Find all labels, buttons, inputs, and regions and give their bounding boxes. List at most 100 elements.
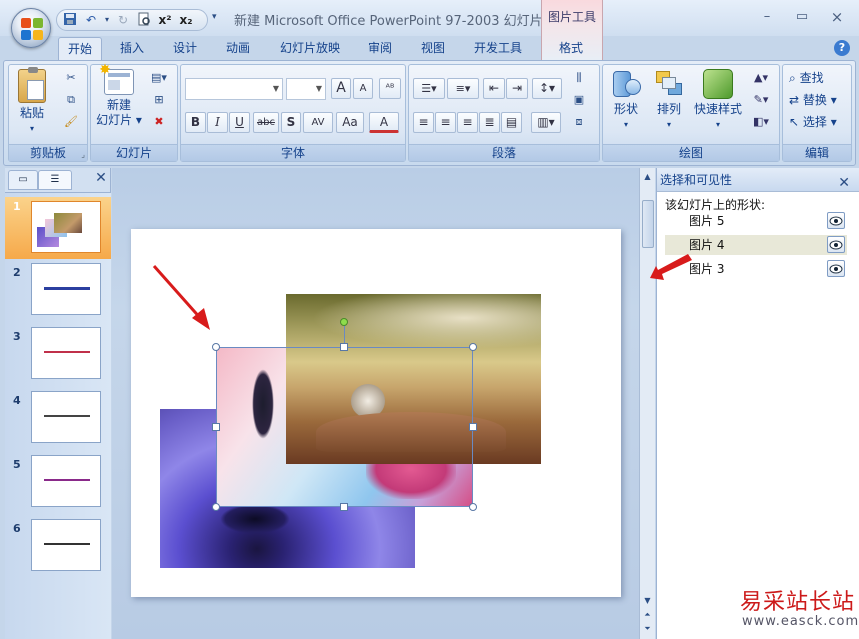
next-slide-icon[interactable]: ⏷ bbox=[640, 622, 655, 636]
decrease-indent-button[interactable]: ⇤ bbox=[483, 78, 505, 99]
align-center-button[interactable]: ≡ bbox=[435, 112, 456, 133]
resize-handle-nw[interactable] bbox=[212, 343, 220, 351]
slide-thumbnail[interactable]: 3 bbox=[5, 327, 111, 387]
change-case-button[interactable]: Aa bbox=[336, 112, 364, 133]
distribute-button[interactable]: ▤ bbox=[501, 112, 522, 133]
tab-format[interactable]: 格式 bbox=[548, 37, 594, 60]
text-direction-icon[interactable]: ⫼ bbox=[569, 69, 589, 87]
slide-thumbnail-image bbox=[31, 263, 101, 315]
cut-icon[interactable]: ✂ bbox=[61, 69, 81, 87]
office-button[interactable] bbox=[11, 8, 51, 48]
resize-handle-ne[interactable] bbox=[469, 343, 477, 351]
minimize-button[interactable]: – bbox=[752, 8, 782, 26]
resize-handle-se[interactable] bbox=[469, 503, 477, 511]
shadow-button[interactable]: S bbox=[281, 112, 301, 133]
char-spacing-button[interactable]: AV bbox=[303, 112, 333, 133]
bullets-button[interactable]: ☰▾ bbox=[413, 78, 445, 99]
scrollbar-thumb[interactable] bbox=[642, 200, 654, 248]
clipboard-launcher-icon[interactable]: ⌟ bbox=[81, 150, 85, 159]
tab-design[interactable]: 设计 bbox=[165, 37, 205, 60]
font-size-combo[interactable]: ▼ bbox=[286, 78, 326, 100]
visibility-eye-icon[interactable] bbox=[827, 212, 845, 229]
redo-icon[interactable]: ↻ bbox=[114, 12, 132, 28]
resize-handle-n[interactable] bbox=[340, 343, 348, 351]
slide-thumbnail[interactable]: 1 bbox=[5, 197, 111, 259]
superscript-button[interactable]: x² bbox=[156, 12, 174, 28]
delete-slide-icon[interactable]: ✖ bbox=[149, 113, 169, 131]
shape-effects-icon[interactable]: ◧▾ bbox=[747, 113, 775, 131]
tab-view[interactable]: 视图 bbox=[413, 37, 453, 60]
help-icon[interactable]: ? bbox=[834, 40, 850, 56]
vertical-scrollbar[interactable]: ▲ ▼ ⏶ ⏷ bbox=[639, 168, 655, 639]
smartart-icon[interactable]: ⧈ bbox=[569, 113, 589, 131]
tab-animation[interactable]: 动画 bbox=[218, 37, 258, 60]
font-name-combo[interactable]: ▼ bbox=[185, 78, 283, 100]
resize-handle-e[interactable] bbox=[469, 423, 477, 431]
copy-icon[interactable]: ⧉ bbox=[61, 91, 81, 109]
office-logo-icon bbox=[21, 18, 43, 40]
quick-styles-button[interactable]: 快速样式 ▾ bbox=[691, 69, 745, 132]
grow-font-button[interactable]: A bbox=[331, 78, 351, 99]
font-color-button[interactable]: A bbox=[369, 112, 399, 133]
close-selection-pane-icon[interactable]: ✕ bbox=[838, 171, 850, 195]
visibility-eye-icon[interactable] bbox=[827, 236, 845, 253]
customize-qat-icon[interactable]: ▾ bbox=[212, 12, 217, 22]
align-text-icon[interactable]: ▣ bbox=[569, 91, 589, 109]
shape-outline-icon[interactable]: ✎▾ bbox=[747, 91, 775, 109]
prev-slide-icon[interactable]: ⏶ bbox=[640, 608, 655, 622]
tab-slides-thumbnails[interactable]: ▭ bbox=[8, 170, 38, 190]
resize-handle-sw[interactable] bbox=[212, 503, 220, 511]
scroll-up-icon[interactable]: ▲ bbox=[640, 170, 655, 184]
line-spacing-button[interactable]: ↕▾ bbox=[532, 78, 562, 99]
shapes-button[interactable]: 形状 ▾ bbox=[605, 69, 647, 132]
shape-item-picture-5[interactable]: 图片 5 bbox=[665, 211, 847, 231]
tab-slideshow[interactable]: 幻灯片放映 bbox=[272, 37, 348, 60]
font-name-dropdown-icon[interactable]: ▼ bbox=[270, 79, 282, 99]
visibility-eye-icon[interactable] bbox=[827, 260, 845, 277]
shape-fill-icon[interactable]: ▲▾ bbox=[747, 69, 775, 87]
align-right-button[interactable]: ≡ bbox=[457, 112, 478, 133]
print-preview-icon[interactable] bbox=[135, 12, 153, 28]
format-painter-icon[interactable]: 🖌 bbox=[61, 113, 81, 131]
arrange-button[interactable]: 排列 ▾ bbox=[649, 69, 689, 132]
close-pane-icon[interactable]: ✕ bbox=[92, 170, 110, 188]
tab-review[interactable]: 审阅 bbox=[360, 37, 400, 60]
slide-thumbnail[interactable]: 2 bbox=[5, 263, 111, 323]
shrink-font-button[interactable]: A bbox=[353, 78, 373, 99]
replace-button[interactable]: ⇄ 替换 ▾ bbox=[789, 91, 837, 108]
tab-insert[interactable]: 插入 bbox=[112, 37, 152, 60]
tab-developer[interactable]: 开发工具 bbox=[466, 37, 530, 60]
slide-thumbnail[interactable]: 5 bbox=[5, 455, 111, 515]
align-left-button[interactable]: ≡ bbox=[413, 112, 434, 133]
font-size-dropdown-icon[interactable]: ▼ bbox=[313, 79, 325, 99]
resize-handle-w[interactable] bbox=[212, 423, 220, 431]
reset-icon[interactable]: ⊞ bbox=[149, 91, 169, 109]
strikethrough-button[interactable]: abc bbox=[253, 112, 279, 133]
slide-thumbnail[interactable]: 6 bbox=[5, 519, 111, 579]
new-slide-button[interactable]: ✸ 新建 幻灯片 ▾ bbox=[95, 63, 143, 128]
tab-home[interactable]: 开始 bbox=[58, 37, 102, 60]
undo-icon[interactable]: ↶ bbox=[82, 12, 100, 28]
close-window-button[interactable]: × bbox=[822, 8, 852, 26]
justify-button[interactable]: ≣ bbox=[479, 112, 500, 133]
select-button[interactable]: ↖ 选择 ▾ bbox=[789, 113, 837, 130]
numbering-button[interactable]: ≡▾ bbox=[447, 78, 479, 99]
columns-button[interactable]: ▥▾ bbox=[531, 112, 561, 133]
resize-handle-s[interactable] bbox=[340, 503, 348, 511]
subscript-button[interactable]: x₂ bbox=[177, 12, 195, 28]
restore-button[interactable]: ▭ bbox=[787, 8, 817, 26]
find-button[interactable]: ⌕ 查找 bbox=[789, 69, 824, 86]
scroll-down-icon[interactable]: ▼ bbox=[640, 594, 655, 608]
clear-format-button[interactable]: ᴬᴮ bbox=[379, 78, 401, 99]
layout-icon[interactable]: ▤▾ bbox=[149, 69, 169, 87]
rotate-handle[interactable] bbox=[340, 318, 348, 326]
slide-thumbnail[interactable]: 4 bbox=[5, 391, 111, 451]
italic-button[interactable]: I bbox=[207, 112, 228, 133]
bold-button[interactable]: B bbox=[185, 112, 206, 133]
underline-button[interactable]: U bbox=[229, 112, 250, 133]
increase-indent-button[interactable]: ⇥ bbox=[506, 78, 528, 99]
save-icon[interactable] bbox=[61, 12, 79, 28]
paste-button[interactable]: 粘贴 ▾ bbox=[15, 67, 49, 136]
tab-outline[interactable]: ☰ bbox=[38, 170, 72, 190]
undo-dropdown-icon[interactable]: ▾ bbox=[103, 12, 111, 28]
